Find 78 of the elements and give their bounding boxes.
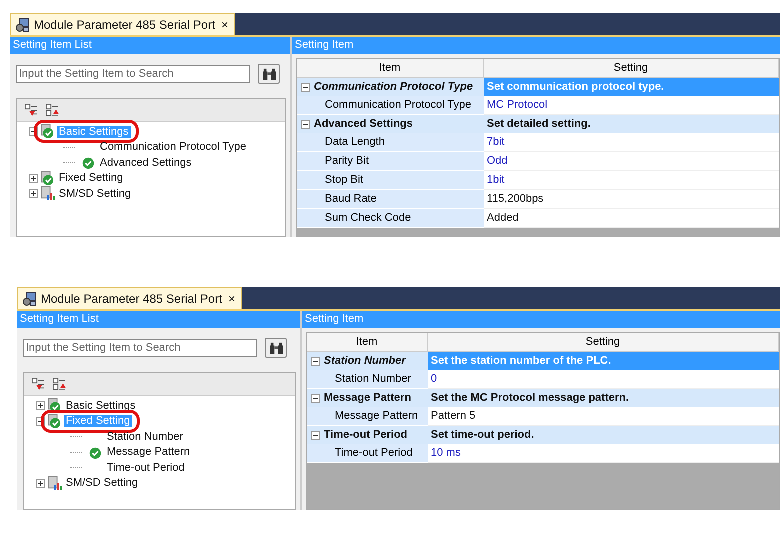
item-cell: Station Number — [307, 370, 428, 389]
search-field[interactable]: Input the Setting Item to Search — [16, 65, 250, 83]
tree-item[interactable]: Fixed Setting — [57, 172, 126, 184]
group-title: Message Pattern — [324, 391, 412, 406]
tree-item[interactable]: Basic Settings — [64, 400, 138, 412]
collapse-icon[interactable] — [311, 356, 320, 366]
tab-title: Module Parameter 485 Serial Port — [41, 292, 222, 306]
panel-header: Setting Item List — [17, 311, 300, 328]
group-row[interactable]: Time-out Period — [307, 426, 428, 444]
search-field[interactable]: Input the Setting Item to Search — [23, 339, 257, 357]
tree-item[interactable]: SM/SD Setting — [57, 188, 134, 200]
item-cell: Data Length — [297, 133, 484, 152]
checked-module-icon — [40, 170, 55, 186]
expand-all-icon[interactable] — [32, 378, 45, 390]
tab-title: Module Parameter 485 Serial Port — [34, 18, 216, 32]
column-header: Item — [297, 59, 484, 78]
group-title: Time-out Period — [324, 428, 408, 443]
tree-item[interactable]: Advanced Settings — [98, 156, 194, 169]
search-button[interactable] — [258, 64, 280, 84]
panel-header: Setting Item — [302, 311, 780, 328]
expand-icon[interactable] — [29, 174, 38, 183]
module-icon — [22, 290, 38, 306]
expand-icon[interactable] — [29, 189, 38, 198]
panel-header: Setting Item — [292, 37, 780, 54]
column-header: Item — [307, 333, 428, 352]
module-icon — [15, 16, 31, 32]
tree-item[interactable]: Communication Protocol Type — [98, 141, 249, 154]
binoculars-icon — [268, 342, 284, 354]
expand-icon[interactable] — [36, 401, 45, 410]
item-cell: Message Pattern — [307, 407, 428, 426]
setting-value[interactable]: 115,200bps — [484, 190, 779, 209]
group-description: Set the station number of the PLC. — [428, 352, 779, 370]
item-cell: Parity Bit — [297, 152, 484, 171]
group-title: Communication Protocol Type — [314, 80, 474, 95]
tree-item[interactable]: Station Number — [105, 430, 186, 443]
collapse-icon[interactable] — [311, 394, 320, 402]
checked-module-icon — [40, 124, 55, 140]
column-header: Setting — [484, 59, 779, 78]
collapse-all-icon[interactable] — [53, 378, 66, 390]
group-title: Advanced Settings — [314, 117, 414, 132]
group-description: Set time-out period. — [428, 426, 779, 444]
collapse-icon[interactable] — [301, 82, 310, 92]
expand-all-icon[interactable] — [25, 104, 38, 116]
binoculars-icon — [262, 68, 276, 80]
item-cell: Time-out Period — [307, 444, 428, 463]
collapse-icon[interactable] — [301, 120, 310, 128]
close-button[interactable]: × — [228, 292, 236, 306]
checked-module-icon — [47, 414, 62, 429]
collapse-icon[interactable] — [311, 430, 320, 440]
group-description: Set communication protocol type. — [484, 78, 779, 96]
document-tab[interactable]: Module Parameter 485 Serial Port × — [17, 287, 242, 309]
group-row[interactable]: Communication Protocol Type — [297, 78, 484, 96]
collapse-all-icon[interactable] — [46, 104, 59, 116]
setting-value[interactable]: Odd — [484, 152, 779, 171]
group-row[interactable]: Message Pattern — [307, 389, 428, 407]
setting-value[interactable]: 1bit — [484, 171, 779, 190]
panel-header: Setting Item List — [10, 37, 290, 54]
group-row[interactable]: Station Number — [307, 352, 428, 370]
expand-icon[interactable] — [36, 478, 45, 488]
tree-item[interactable]: SM/SD Setting — [64, 477, 140, 490]
item-cell: Communication Protocol Type — [297, 96, 484, 115]
close-button[interactable]: × — [221, 18, 228, 32]
module-chart-icon — [47, 476, 62, 491]
item-cell: Baud Rate — [297, 190, 484, 209]
tree-item[interactable]: Time-out Period — [105, 462, 187, 474]
item-cell: Sum Check Code — [297, 209, 484, 228]
group-row[interactable]: Advanced Settings — [297, 115, 484, 133]
setting-value[interactable]: 7bit — [484, 133, 779, 152]
column-header: Setting — [428, 333, 779, 352]
check-icon — [81, 155, 96, 170]
search-button[interactable] — [265, 338, 287, 358]
tree-item[interactable]: Message Pattern — [105, 446, 192, 458]
document-tab[interactable]: Module Parameter 485 Serial Port × — [10, 13, 236, 35]
group-description: Set the MC Protocol message pattern. — [428, 389, 779, 407]
item-cell: Stop Bit — [297, 171, 484, 190]
group-title: Station Number — [324, 354, 406, 369]
module-chart-icon — [40, 186, 55, 202]
group-description: Set detailed setting. — [484, 115, 779, 133]
